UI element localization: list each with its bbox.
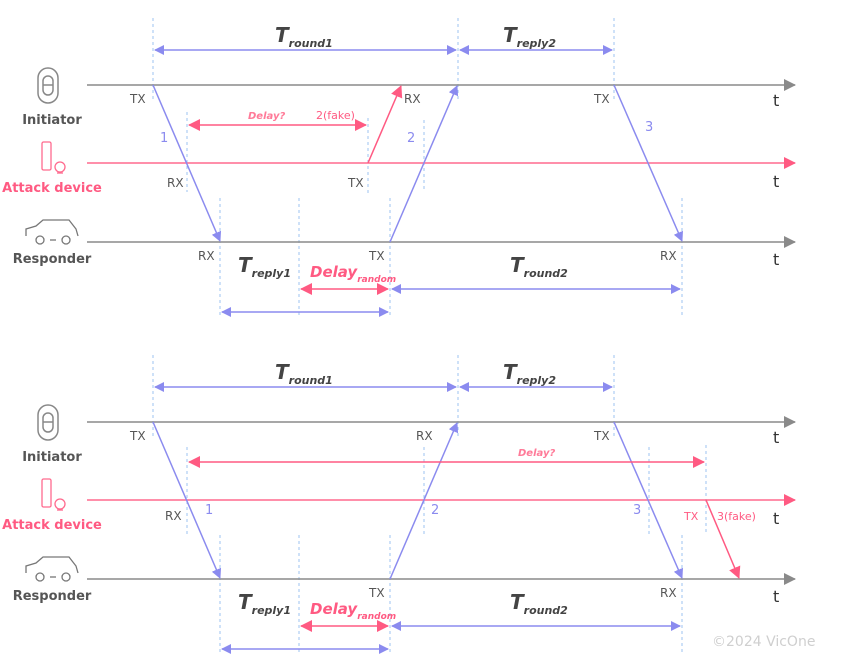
time-axis-label: t (773, 250, 779, 269)
t-round2-label: Tround2 (510, 590, 568, 617)
tx-marker: TX (593, 92, 610, 106)
tx-marker-attack: TX (683, 510, 699, 523)
t-reply1-label: Treply1 (238, 590, 291, 617)
time-axis-label: t (773, 587, 779, 606)
t-round1-label: Tround1 (275, 360, 333, 387)
key-fob-icon (37, 404, 59, 441)
fake-message-label: 2(fake) (316, 109, 355, 122)
tx-marker: TX (129, 92, 146, 106)
responder-label: Responder (13, 252, 92, 267)
panel-1: Tround1 Treply2 t t t Initiator Attack d… (2, 18, 796, 318)
responder-label: Responder (13, 589, 92, 604)
rx-marker: RX (416, 429, 433, 443)
copyright-watermark: ©2024 VicOne (712, 634, 815, 650)
car-icon (25, 219, 79, 245)
attack-device-label: Attack device (2, 181, 102, 196)
tx-marker: TX (593, 429, 610, 443)
fake-message-label: 3(fake) (717, 510, 756, 523)
time-axis-label: t (773, 509, 779, 528)
guides (152, 18, 683, 318)
message-2-label: 2 (431, 503, 439, 518)
rx-marker: RX (198, 249, 215, 263)
t-reply2-label: Treply2 (503, 360, 556, 387)
guides (152, 355, 707, 655)
t-round1-label: Tround1 (275, 23, 333, 50)
tx-marker: TX (368, 249, 385, 263)
time-axis-label: t (773, 428, 779, 447)
rx-marker: RX (404, 92, 421, 106)
message-2-label: 2 (407, 131, 415, 146)
key-fob-icon (37, 67, 59, 104)
message-2 (389, 85, 459, 243)
delay-random-label: Delayrandom (310, 600, 396, 622)
message-1-label: 1 (205, 503, 213, 518)
initiator-label: Initiator (22, 113, 82, 128)
tx-marker: TX (129, 429, 146, 443)
relay-attack-timing-diagram: Tround1 Treply2 t t t Initiator Attack d… (2, 18, 815, 655)
message-3-label: 3 (633, 503, 641, 518)
fake-message-2 (367, 85, 403, 164)
phone-skull-icon (41, 478, 66, 511)
attack-device-label: Attack device (2, 518, 102, 533)
t-round2-label: Tround2 (510, 253, 568, 280)
time-axis-label: t (773, 91, 779, 110)
message-2 (389, 422, 459, 580)
rx-marker: RX (165, 509, 182, 523)
t-reply2-label: Treply2 (503, 23, 556, 50)
initiator-label: Initiator (22, 450, 82, 465)
delay-random-label: Delayrandom (310, 263, 396, 285)
panel-2: Tround1 Treply2 t t t Initiator Attack d… (2, 355, 796, 655)
car-icon (25, 556, 79, 582)
tx-marker: TX (368, 586, 385, 600)
message-1-label: 1 (160, 131, 168, 146)
rx-marker: RX (660, 586, 677, 600)
time-axis-label: t (773, 172, 779, 191)
delay-question-label: Delay? (518, 448, 555, 459)
phone-skull-icon (41, 141, 66, 174)
message-3-label: 3 (645, 120, 653, 135)
t-reply1-label: Treply1 (238, 253, 291, 280)
delay-question-label: Delay? (248, 111, 285, 122)
tx-marker: TX (347, 176, 364, 190)
rx-marker: RX (167, 176, 184, 190)
rx-marker: RX (660, 249, 677, 263)
